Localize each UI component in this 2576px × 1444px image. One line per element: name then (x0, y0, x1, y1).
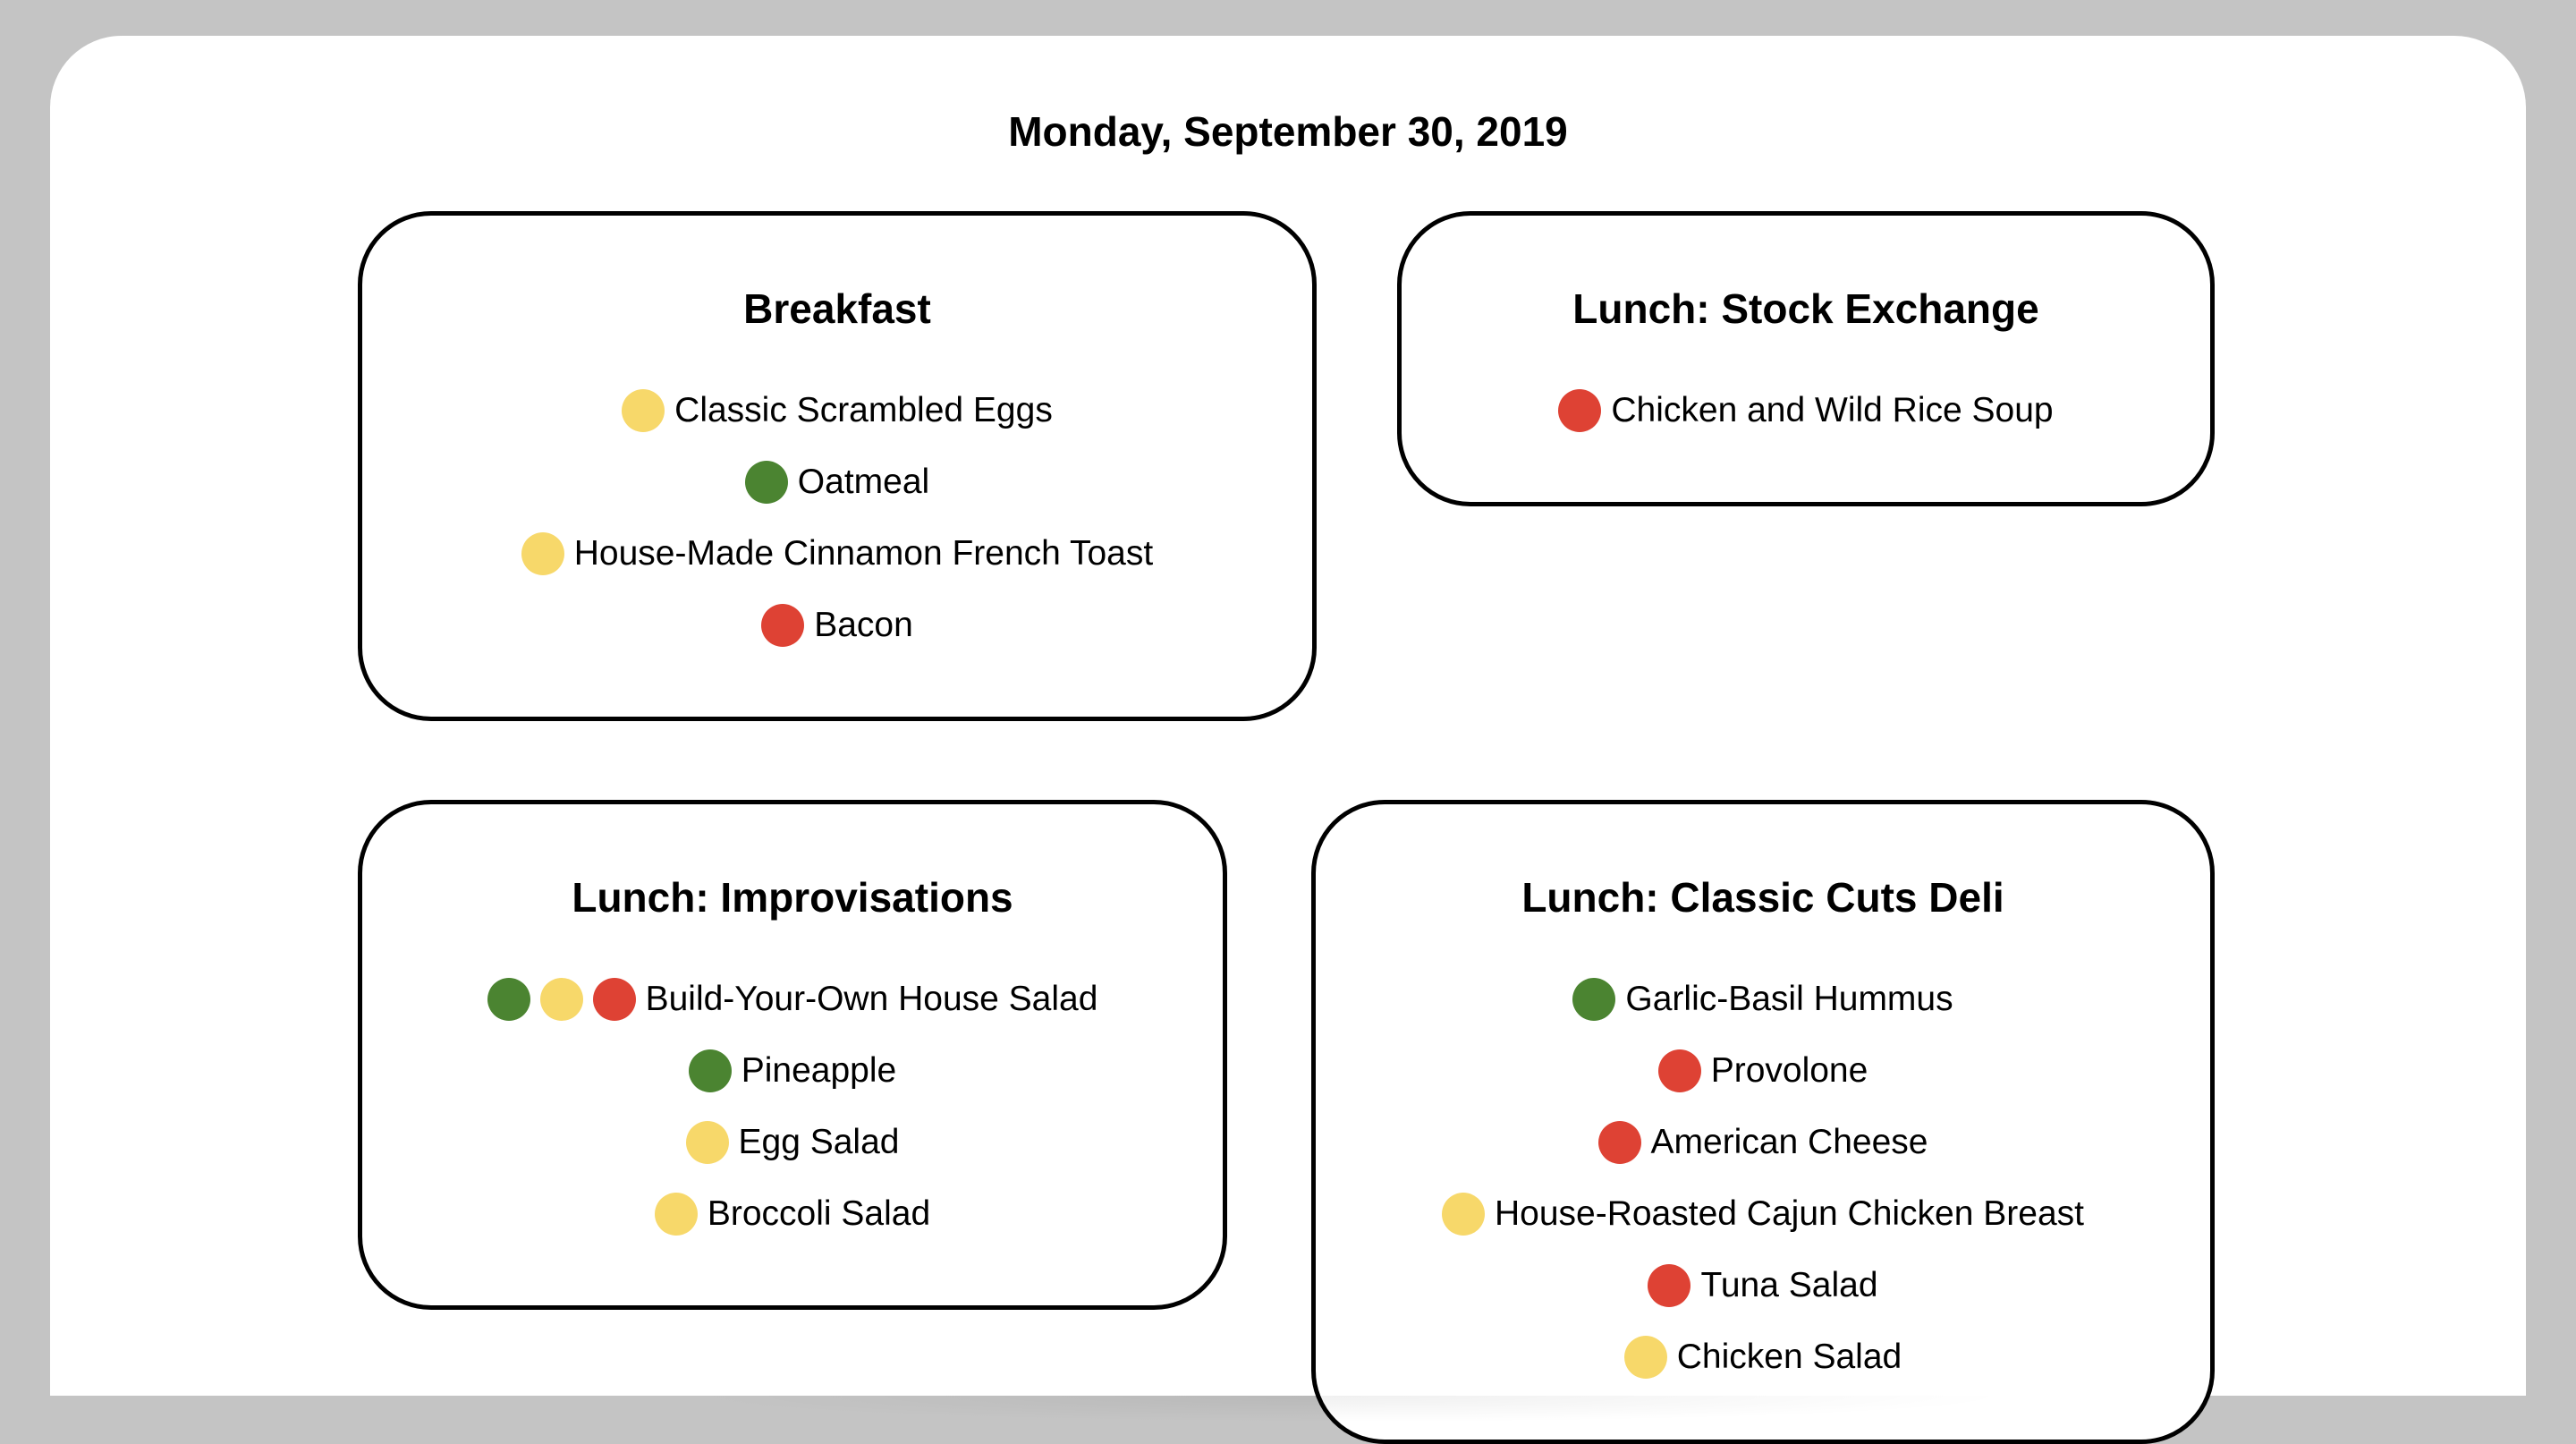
red-dot-icon (1657, 1049, 1701, 1092)
red-dot-icon (761, 604, 805, 647)
menu-item-name: Provolone (1710, 1051, 1868, 1090)
card-title: Breakfast (743, 285, 931, 332)
menu-item-name: Build-Your-Own House Salad (645, 980, 1098, 1018)
menu-item-name: Oatmeal (797, 463, 930, 501)
red-dot-icon (1558, 389, 1602, 432)
menu-item: Classic Scrambled Eggs (362, 375, 1312, 446)
menu-item: Chicken and Wild Rice Soup (1402, 375, 2210, 446)
green-dot-icon (487, 978, 530, 1021)
menu-item-name: House-Made Cinnamon French Toast (573, 534, 1154, 573)
red-dot-icon (1648, 1264, 1691, 1307)
menu-item-name: Broccoli Salad (707, 1194, 931, 1233)
menu-item-list: Classic Scrambled Eggs Oatmeal House-Mad… (362, 375, 1312, 661)
card-title: Lunch: Stock Exchange (1572, 285, 2039, 332)
card-title: Lunch: Classic Cuts Deli (1521, 874, 2004, 921)
menu-item-name: House-Roasted Cajun Chicken Breast (1494, 1194, 2084, 1233)
menu-item: Egg Salad (362, 1107, 1223, 1178)
menu-item: Tuna Salad (1316, 1250, 2210, 1321)
menu-card-classic-cuts-deli: Lunch: Classic Cuts Deli Garlic-Basil Hu… (1311, 800, 2215, 1444)
yellow-dot-icon (521, 532, 564, 575)
menu-item-name: Pineapple (741, 1051, 897, 1090)
red-dot-icon (592, 978, 636, 1021)
menu-item: Oatmeal (362, 446, 1312, 518)
yellow-dot-icon (622, 389, 665, 432)
yellow-dot-icon (1441, 1193, 1485, 1236)
menu-item-list: Chicken and Wild Rice Soup (1402, 375, 2210, 446)
red-dot-icon (1597, 1121, 1641, 1164)
menu-item-list: Build-Your-Own House Salad Pineapple Egg… (362, 964, 1223, 1250)
page-title: Monday, September 30, 2019 (1008, 108, 1568, 155)
menu-item-name: Chicken and Wild Rice Soup (1611, 391, 2054, 429)
menu-card-breakfast: Breakfast Classic Scrambled Eggs Oatmeal… (358, 211, 1317, 721)
menu-item: Garlic-Basil Hummus (1316, 964, 2210, 1035)
green-dot-icon (1572, 978, 1616, 1021)
yellow-dot-icon (1623, 1336, 1667, 1379)
menu-item: House-Roasted Cajun Chicken Breast (1316, 1178, 2210, 1250)
green-dot-icon (744, 461, 788, 504)
yellow-dot-icon (685, 1121, 729, 1164)
scroll-shadow (676, 1396, 2018, 1423)
menu-page: Monday, September 30, 2019 Breakfast Cla… (50, 36, 2526, 1444)
menu-item: Bacon (362, 590, 1312, 661)
menu-item-name: Egg Salad (738, 1123, 900, 1161)
menu-item: House-Made Cinnamon French Toast (362, 518, 1312, 590)
green-dot-icon (688, 1049, 732, 1092)
menu-item: American Cheese (1316, 1107, 2210, 1178)
menu-item-name: American Cheese (1650, 1123, 1928, 1161)
card-title: Lunch: Improvisations (572, 874, 1013, 921)
menu-item-name: Bacon (814, 606, 913, 644)
menu-item: Build-Your-Own House Salad (362, 964, 1223, 1035)
menu-card-improvisations: Lunch: Improvisations Build-Your-Own Hou… (358, 800, 1227, 1310)
menu-item-name: Chicken Salad (1676, 1338, 1902, 1376)
menu-item: Chicken Salad (1316, 1321, 2210, 1393)
yellow-dot-icon (539, 978, 583, 1021)
menu-item-name: Tuna Salad (1700, 1266, 1878, 1304)
menu-item: Broccoli Salad (362, 1178, 1223, 1250)
menu-item-name: Garlic-Basil Hummus (1625, 980, 1953, 1018)
menu-card-stock-exchange: Lunch: Stock Exchange Chicken and Wild R… (1397, 211, 2215, 506)
menu-item: Provolone (1316, 1035, 2210, 1107)
menu-item: Pineapple (362, 1035, 1223, 1107)
menu-item-name: Classic Scrambled Eggs (674, 391, 1053, 429)
menu-item-list: Garlic-Basil Hummus Provolone American C… (1316, 964, 2210, 1393)
yellow-dot-icon (654, 1193, 698, 1236)
